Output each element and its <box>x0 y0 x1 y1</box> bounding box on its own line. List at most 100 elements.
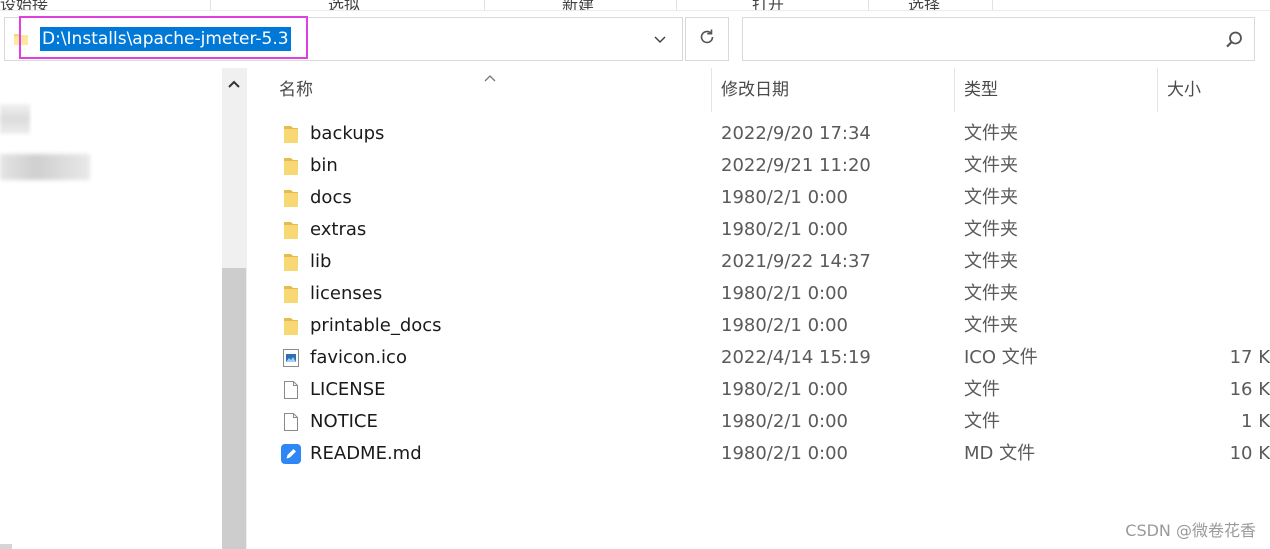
ribbon-item-1[interactable]: 选拟 <box>328 0 360 10</box>
image-file-icon <box>280 347 302 369</box>
ribbon-item-3[interactable]: 打开 <box>752 0 784 10</box>
file-row[interactable]: README.md 1980/2/1 0:00 MD 文件 10 K <box>248 438 1270 470</box>
file-name: NOTICE <box>310 411 378 432</box>
column-separator[interactable] <box>711 68 712 112</box>
file-date: 2022/4/14 15:19 <box>721 347 871 368</box>
ribbon-remnant: 设始接 选拟 新建 打开 选择 <box>0 0 1270 10</box>
ribbon-divider <box>484 0 485 10</box>
file-size <box>1160 310 1270 342</box>
file-row[interactable]: licenses 1980/2/1 0:00 文件夹 <box>248 278 1270 310</box>
folder-icon <box>280 187 302 209</box>
column-header-date[interactable]: 修改日期 <box>721 68 789 112</box>
file-date: 1980/2/1 0:00 <box>721 411 848 432</box>
nav-scrollbar[interactable] <box>222 68 246 549</box>
address-path[interactable]: D:\Installs\apache-jmeter-5.3 <box>40 27 291 51</box>
file-size: 16 K <box>1229 379 1270 400</box>
column-separator[interactable] <box>954 68 955 112</box>
ribbon-item-2[interactable]: 新建 <box>562 0 594 10</box>
column-header-type[interactable]: 类型 <box>964 68 998 112</box>
scrollbar-thumb[interactable] <box>222 268 246 549</box>
file-type: 文件夹 <box>964 123 1018 144</box>
file-row[interactable]: favicon.ico 2022/4/14 15:19 ICO 文件 17 K <box>248 342 1270 374</box>
file-type: MD 文件 <box>964 443 1036 464</box>
file-type: ICO 文件 <box>964 347 1038 368</box>
file-date: 1980/2/1 0:00 <box>721 443 848 464</box>
folder-icon <box>280 219 302 241</box>
file-date: 1980/2/1 0:00 <box>721 379 848 400</box>
file-date: 1980/2/1 0:00 <box>721 219 848 240</box>
file-row[interactable]: docs 1980/2/1 0:00 文件夹 <box>248 182 1270 214</box>
file-size <box>1160 278 1270 310</box>
search-input[interactable] <box>742 17 1255 61</box>
file-name: backups <box>310 123 385 144</box>
ribbon-divider <box>992 0 993 10</box>
folder-icon <box>280 315 302 337</box>
refresh-icon <box>697 27 717 51</box>
file-size: 17 K <box>1229 347 1270 368</box>
file-row[interactable]: lib 2021/9/22 14:37 文件夹 <box>248 246 1270 278</box>
file-name: licenses <box>310 283 383 304</box>
file-name: LICENSE <box>310 379 386 400</box>
markdown-file-icon <box>280 443 302 465</box>
file-type: 文件夹 <box>964 251 1018 272</box>
file-row[interactable]: printable_docs 1980/2/1 0:00 文件夹 <box>248 310 1270 342</box>
address-bar[interactable]: D:\Installs\apache-jmeter-5.3 <box>4 16 683 61</box>
folder-icon <box>13 31 29 51</box>
file-date: 2021/9/22 14:37 <box>721 251 871 272</box>
file-type: 文件夹 <box>964 155 1018 176</box>
file-date: 1980/2/1 0:00 <box>721 315 848 336</box>
file-date: 2022/9/21 11:20 <box>721 155 871 176</box>
file-row[interactable]: LICENSE 1980/2/1 0:00 文件 16 K <box>248 374 1270 406</box>
blank-file-icon <box>280 379 302 401</box>
file-size: 10 K <box>1229 443 1270 464</box>
watermark: CSDN @微卷花香 <box>1125 521 1256 540</box>
file-list: backups 2022/9/20 17:34 文件夹 bin 2022/9/2… <box>248 118 1270 470</box>
file-date: 1980/2/1 0:00 <box>721 187 848 208</box>
file-name: lib <box>310 251 332 272</box>
file-size <box>1160 182 1270 214</box>
file-type: 文件 <box>964 411 1000 432</box>
blurred-nav-item <box>0 104 30 134</box>
file-name: printable_docs <box>310 315 442 336</box>
folder-icon <box>280 123 302 145</box>
file-row[interactable]: NOTICE 1980/2/1 0:00 文件 1 K <box>248 406 1270 438</box>
file-row[interactable]: backups 2022/9/20 17:34 文件夹 <box>248 118 1270 150</box>
file-size <box>1160 246 1270 278</box>
file-type: 文件夹 <box>964 187 1018 208</box>
file-type: 文件 <box>964 379 1000 400</box>
sort-ascending-icon <box>484 67 496 86</box>
file-size <box>1160 214 1270 246</box>
blurred-nav-item <box>0 154 90 180</box>
ribbon-bottom-border <box>0 10 1270 11</box>
folder-icon <box>280 283 302 305</box>
ribbon-divider <box>868 0 869 10</box>
file-name: docs <box>310 187 352 208</box>
ribbon-divider <box>676 0 677 10</box>
folder-icon <box>280 155 302 177</box>
refresh-button[interactable] <box>685 17 729 61</box>
file-name: README.md <box>310 443 422 464</box>
folder-icon <box>280 251 302 273</box>
navigation-pane[interactable] <box>0 68 222 549</box>
scroll-up-icon[interactable] <box>222 72 246 96</box>
file-name: bin <box>310 155 338 176</box>
ribbon-divider <box>210 0 211 10</box>
chevron-down-icon[interactable] <box>650 31 670 49</box>
ribbon-item-0[interactable]: 设始接 <box>0 0 48 10</box>
status-fragment <box>0 544 12 549</box>
column-header-size[interactable]: 大小 <box>1167 68 1201 112</box>
column-header-name[interactable]: 名称 <box>279 68 313 112</box>
file-size <box>1160 118 1270 150</box>
file-type: 文件夹 <box>964 219 1018 240</box>
file-row[interactable]: extras 1980/2/1 0:00 文件夹 <box>248 214 1270 246</box>
file-row[interactable]: bin 2022/9/21 11:20 文件夹 <box>248 150 1270 182</box>
file-name: extras <box>310 219 367 240</box>
file-size <box>1160 150 1270 182</box>
pane-divider <box>246 68 247 549</box>
ribbon-item-4[interactable]: 选择 <box>908 0 940 10</box>
file-size: 1 K <box>1241 411 1270 432</box>
search-icon <box>1224 30 1244 54</box>
file-name: favicon.ico <box>310 347 407 368</box>
file-date: 1980/2/1 0:00 <box>721 283 848 304</box>
column-separator[interactable] <box>1157 68 1158 112</box>
